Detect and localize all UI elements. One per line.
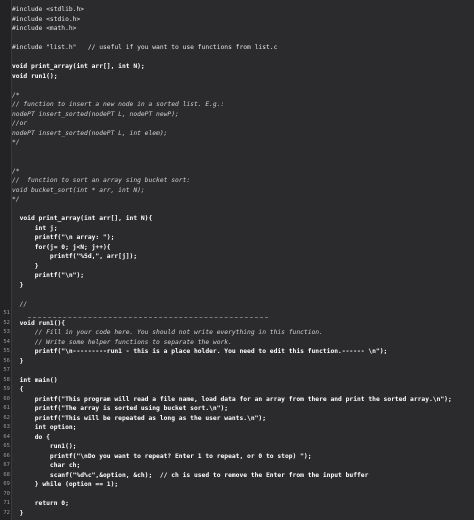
code-text: } <box>12 509 24 517</box>
code-editor[interactable]: #include <stdlib.h> #include <stdio.h> #in… <box>0 0 474 520</box>
line-number: 72 <box>3 509 10 516</box>
code-line[interactable]: 72 } <box>0 508 474 519</box>
